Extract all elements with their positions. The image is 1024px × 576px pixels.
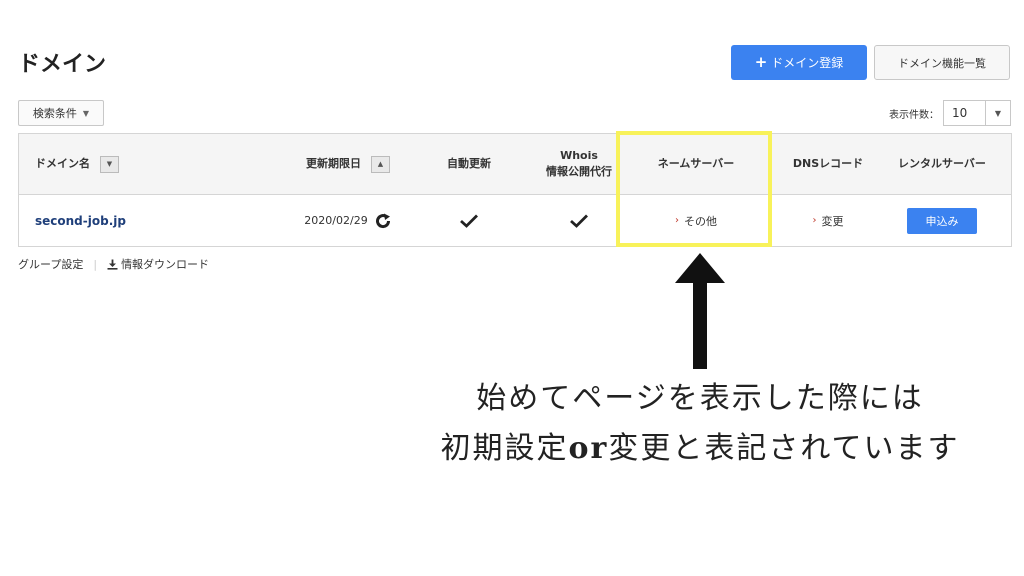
annotation-line-2: 初期設定or変更と表記されています xyxy=(400,424,1000,474)
group-settings-link[interactable]: グループ設定 xyxy=(18,256,83,272)
plus-icon: + xyxy=(754,53,768,71)
download-icon xyxy=(107,259,118,270)
domain-table: ドメイン名 ▼ 更新期限日 ▲ 自動更新 Whois 情報公開代行 ネームサーバ… xyxy=(18,133,1012,247)
table-row: second-job.jp 2020/02/29 › その他 › 変更 申込み xyxy=(19,195,1011,246)
divider: | xyxy=(93,257,98,271)
col-dns-header: DNSレコード xyxy=(792,157,864,170)
per-page-value: 10 xyxy=(952,106,968,120)
check-icon xyxy=(569,213,589,229)
col-domain-header: ドメイン名 ▼ xyxy=(19,134,305,194)
domain-features-button[interactable]: ドメイン機能一覧 xyxy=(874,45,1010,80)
annotation-text: 始めてページを表示した際には 初期設定or変更と表記されています xyxy=(400,374,1000,474)
chevron-down-icon: ▼ xyxy=(82,108,90,118)
rental-cell: 申込み xyxy=(883,195,1001,246)
search-filter-dropdown[interactable]: 検索条件 ▼ xyxy=(18,100,104,126)
dns-change-link[interactable]: 変更 xyxy=(822,213,844,229)
col-whois-label-2: 情報公開代行 xyxy=(546,165,612,178)
col-expiry-header: 更新期限日 ▲ xyxy=(289,134,407,194)
chevron-down-icon: ▼ xyxy=(985,101,1010,125)
chevron-right-icon: › xyxy=(812,215,817,226)
download-link[interactable]: 情報ダウンロード xyxy=(107,256,209,272)
annotation-part-2: or xyxy=(568,431,609,466)
domain-register-button[interactable]: + ドメイン登録 xyxy=(731,45,867,80)
page-title: ドメイン xyxy=(18,52,107,77)
expiry-cell: 2020/02/29 xyxy=(289,195,407,246)
auto-renew-cell xyxy=(417,195,521,246)
sort-domain-icon[interactable]: ▼ xyxy=(100,155,119,173)
sort-expiry-icon[interactable]: ▲ xyxy=(371,155,390,173)
col-auto-renew-header: 自動更新 xyxy=(447,157,491,170)
domain-register-label: ドメイン登録 xyxy=(771,56,844,70)
footer-links: グループ設定 | 情報ダウンロード xyxy=(18,256,209,272)
expiry-date: 2020/02/29 xyxy=(304,214,368,227)
nameserver-highlight-box xyxy=(616,131,772,247)
col-domain-label: ドメイン名 xyxy=(35,157,90,170)
check-icon xyxy=(459,213,479,229)
col-expiry-label: 更新期限日 xyxy=(306,157,361,170)
search-filter-label: 検索条件 xyxy=(32,107,77,120)
rental-apply-button[interactable]: 申込み xyxy=(907,207,977,234)
annotation-part-1: 初期設定 xyxy=(440,431,569,466)
domain-cell: second-job.jp xyxy=(19,195,295,246)
dns-cell: › 変更 xyxy=(773,195,883,246)
per-page-select[interactable]: 10 ▼ xyxy=(943,100,1011,126)
per-page-label: 表示件数： xyxy=(889,110,939,121)
col-rental-header: レンタルサーバー xyxy=(898,157,986,170)
download-label: 情報ダウンロード xyxy=(121,258,210,271)
annotation-part-3: 変更と表記されています xyxy=(608,431,960,466)
col-whois-label-1: Whois xyxy=(560,149,598,162)
table-header: ドメイン名 ▼ 更新期限日 ▲ 自動更新 Whois 情報公開代行 ネームサーバ… xyxy=(19,134,1011,195)
annotation-line-1: 始めてページを表示した際には xyxy=(476,381,924,416)
refresh-icon[interactable] xyxy=(374,212,392,230)
domain-link[interactable]: second-job.jp xyxy=(35,214,126,228)
up-arrow-icon xyxy=(675,253,725,369)
